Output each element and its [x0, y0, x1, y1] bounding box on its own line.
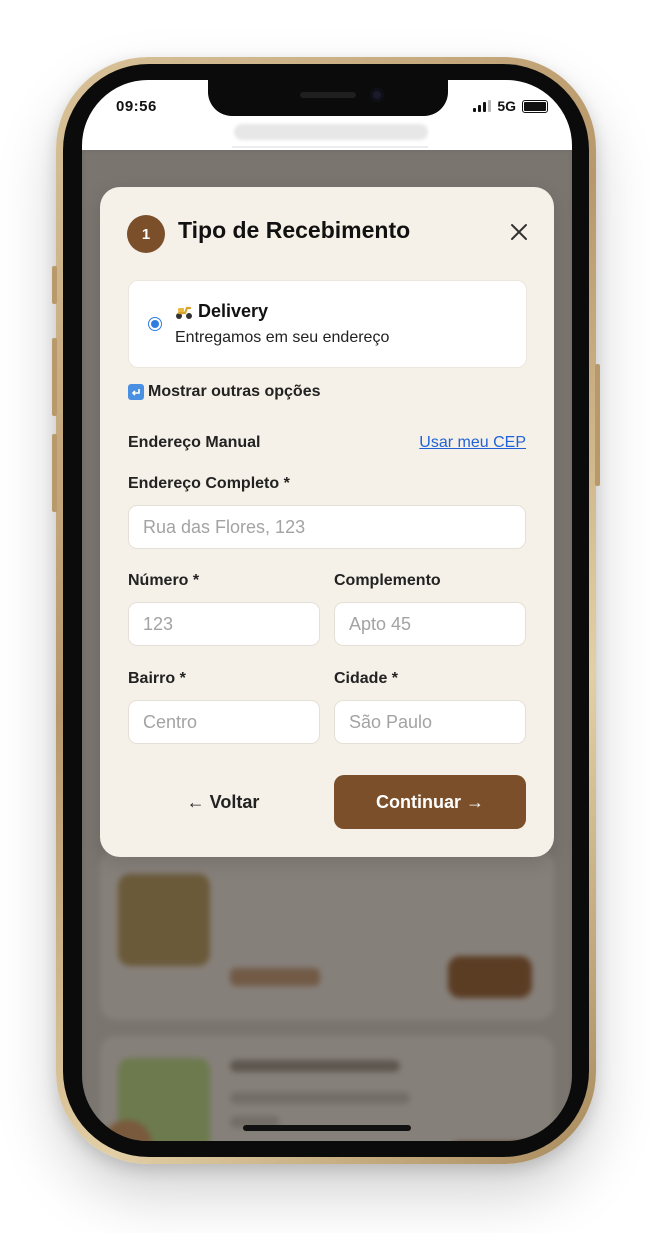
complement-input[interactable] [334, 602, 526, 646]
full-address-label: Endereço Completo * [128, 475, 290, 492]
battery-icon [522, 99, 548, 113]
url-bar-divider [232, 146, 428, 148]
scooter-icon [176, 306, 192, 319]
status-time: 09:56 [116, 98, 157, 115]
use-cep-link[interactable]: Usar meu CEP [419, 434, 526, 452]
more-options-label: Mostrar outras opções [148, 383, 321, 400]
speaker [300, 92, 356, 98]
modal-title: Tipo de Recebimento [178, 217, 411, 243]
status-icons: 5G [473, 98, 548, 114]
background-product-desc [230, 1092, 410, 1104]
number-input[interactable] [128, 602, 320, 646]
delivery-option-card[interactable]: Delivery Entregamos em seu endereço [128, 280, 527, 368]
delivery-option-title-row: Delivery [175, 301, 268, 322]
status-bar: 09:56 5G [82, 80, 572, 150]
continue-button[interactable]: Continuar → [334, 775, 526, 829]
background-product-image [118, 874, 210, 966]
delivery-option-description: Entregamos em seu endereço [175, 329, 390, 346]
delivery-radio[interactable] [148, 317, 162, 331]
mute-switch [52, 266, 57, 304]
city-label: Cidade * [334, 670, 399, 687]
volume-down-button [52, 434, 57, 512]
home-indicator[interactable] [243, 1125, 411, 1131]
background-add-button [448, 956, 532, 998]
step-badge: 1 [127, 215, 165, 253]
complement-label: Complemento [334, 572, 441, 589]
number-label: Número * [128, 572, 200, 589]
address-mode-label: Endereço Manual [128, 434, 261, 451]
close-icon [511, 224, 527, 240]
more-options-toggle[interactable]: Mostrar outras opções [128, 383, 320, 401]
signal-icon [473, 100, 492, 112]
full-address-input[interactable] [128, 505, 526, 549]
neighborhood-label: Bairro * [128, 670, 186, 687]
network-label: 5G [497, 98, 516, 114]
neighborhood-input[interactable] [128, 700, 320, 744]
background-price [230, 968, 320, 986]
power-button [595, 364, 600, 486]
notch [208, 80, 448, 116]
return-icon [128, 384, 144, 400]
close-button[interactable] [508, 221, 530, 243]
url-bar [234, 124, 428, 140]
front-camera [370, 88, 384, 102]
delivery-option-title: Delivery [198, 301, 269, 321]
delivery-type-modal: 1 Tipo de Recebimento Delivery Entregamo… [100, 187, 554, 857]
back-button[interactable]: ← Voltar [128, 775, 318, 829]
city-input[interactable] [334, 700, 526, 744]
background-product-card [100, 850, 554, 1020]
volume-up-button [52, 338, 57, 416]
background-product-title [230, 1060, 400, 1072]
